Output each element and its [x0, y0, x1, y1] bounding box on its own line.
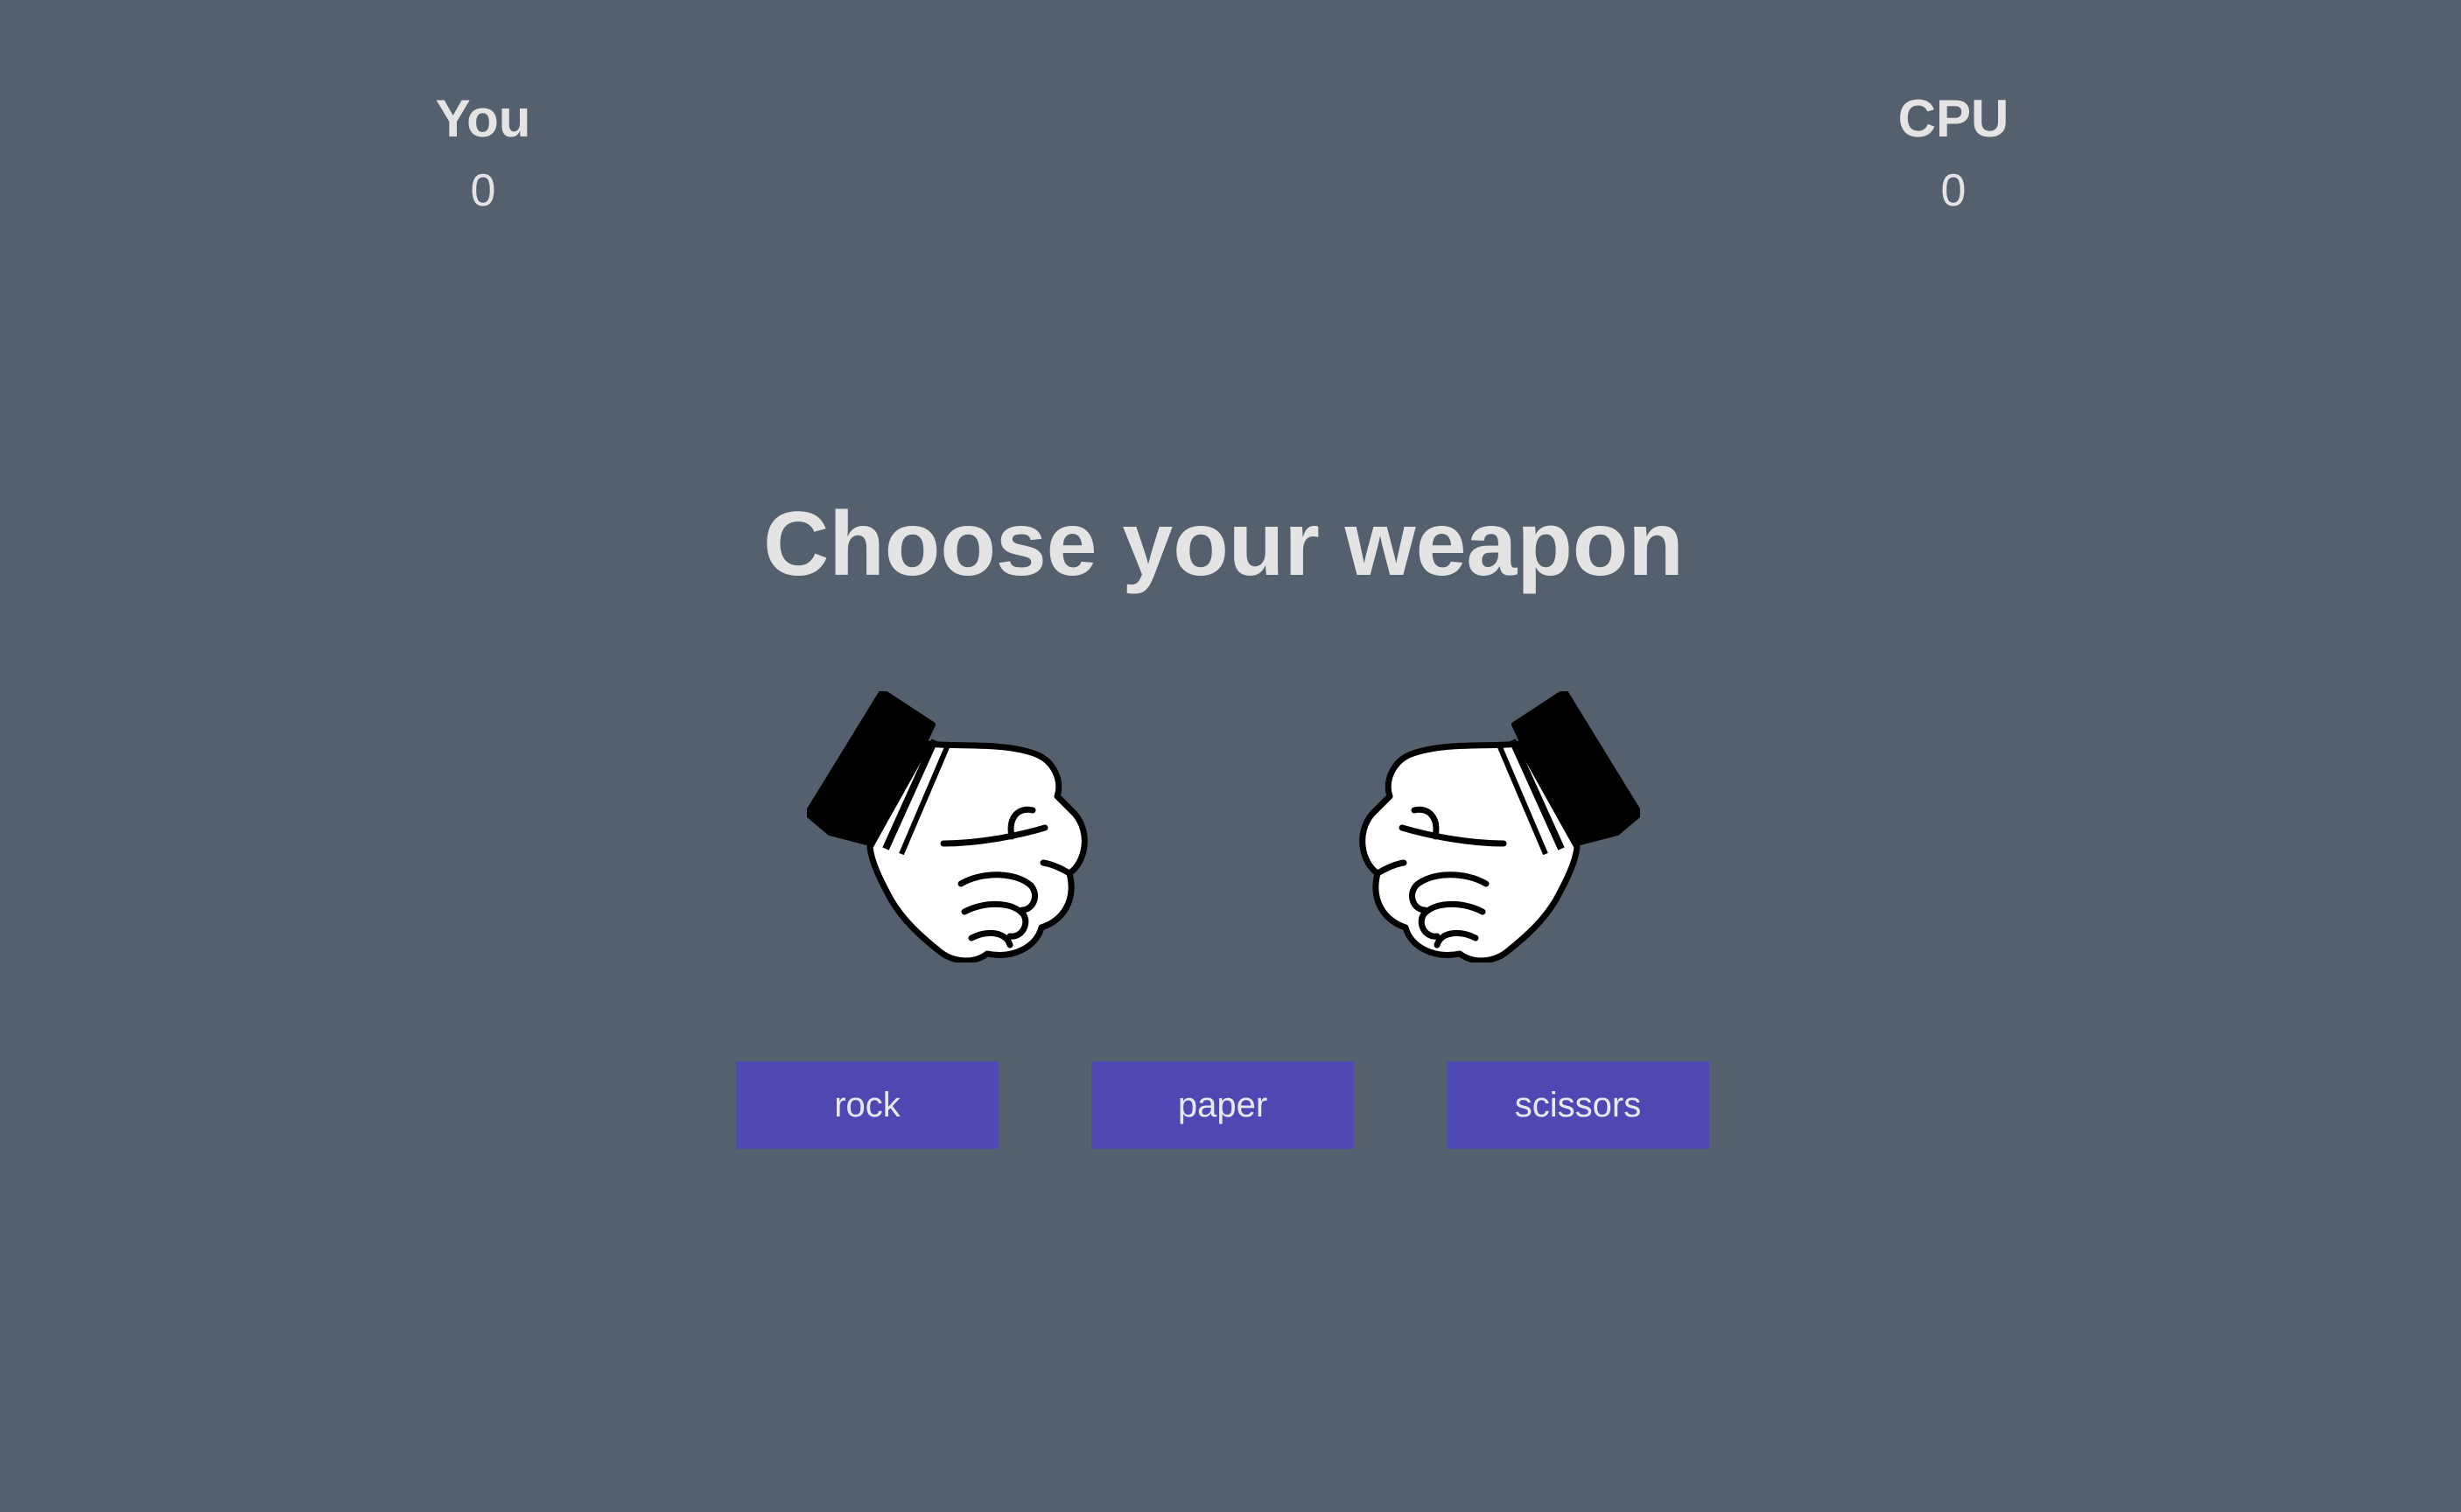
- rock-button[interactable]: rock: [736, 1061, 999, 1149]
- player-label: You: [435, 89, 531, 148]
- cpu-label: CPU: [1897, 89, 2009, 148]
- fist-icon: [1359, 691, 1640, 962]
- cpu-score: 0: [1940, 165, 1967, 216]
- paper-button[interactable]: paper: [1091, 1061, 1354, 1149]
- page-title: Choose your weapon: [763, 494, 1684, 595]
- cpu-score-panel: CPU 0: [1822, 86, 2085, 219]
- player-score: 0: [470, 165, 496, 216]
- fist-icon: [807, 691, 1088, 962]
- player-score-panel: You 0: [352, 86, 614, 219]
- cpu-fist-icon: [1343, 691, 1640, 962]
- player-fist-icon: [807, 691, 1104, 962]
- game-screen: You 0 CPU 0 Choose your weapon rock pape…: [0, 0, 2461, 1512]
- scissors-button[interactable]: scissors: [1447, 1061, 1709, 1149]
